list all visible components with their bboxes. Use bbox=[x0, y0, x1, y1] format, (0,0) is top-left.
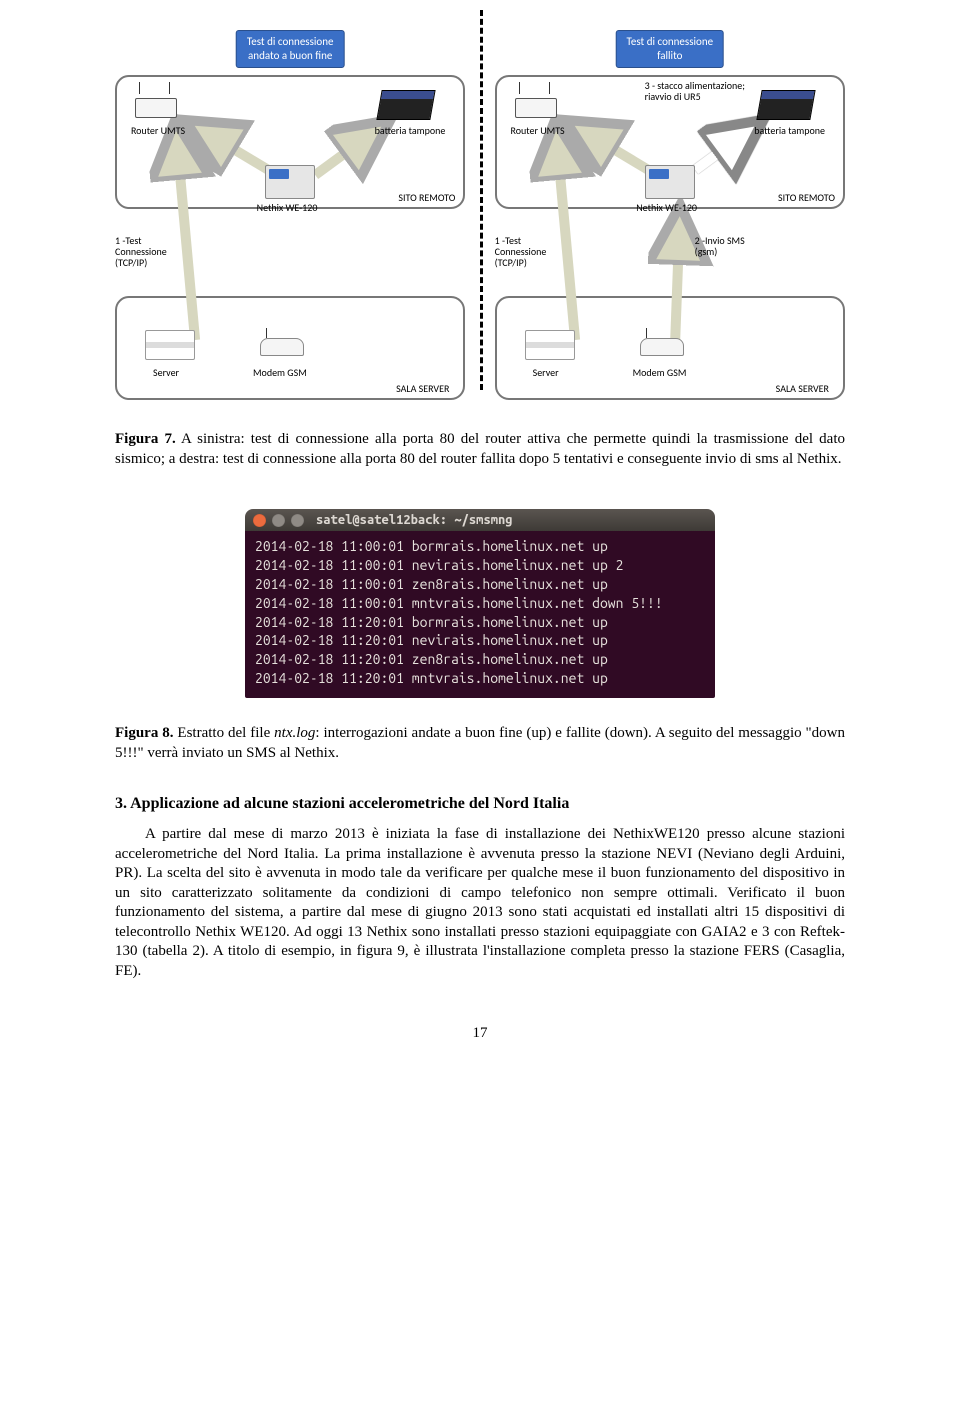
terminal-line: 2014-02-18 11:00:01 zen8rais.homelinux.n… bbox=[255, 576, 608, 592]
sito-remoto-label: SITO REMOTO bbox=[778, 192, 835, 203]
router-label: Router UMTS bbox=[123, 125, 193, 136]
terminal-window: satel@satel12back: ~/smsmng 2014-02-18 1… bbox=[245, 509, 715, 698]
terminal-line: 2014-02-18 11:20:01 bormrais.homelinux.n… bbox=[255, 614, 608, 630]
nethix-icon bbox=[265, 165, 315, 199]
figure-7-diagram: Test di connessione andato a buon fine bbox=[115, 40, 845, 400]
terminal-body: 2014-02-18 11:00:01 bormrais.homelinux.n… bbox=[245, 531, 715, 698]
diagram-right-panel: Test di connessione fallito bbox=[495, 40, 845, 400]
battery-label: batteria tampone bbox=[365, 125, 445, 136]
battery-icon bbox=[755, 84, 815, 120]
server-icon bbox=[525, 330, 575, 360]
terminal-line: 2014-02-18 11:00:01 nevirais.homelinux.n… bbox=[255, 557, 623, 573]
router-label: Router UMTS bbox=[503, 125, 573, 136]
section-heading: 3. Applicazione ad alcune stazioni accel… bbox=[115, 795, 845, 813]
caption8-pre: Estratto del file bbox=[174, 725, 275, 741]
sala-server-label: SALA SERVER bbox=[396, 383, 449, 394]
terminal-line: 2014-02-18 11:00:01 bormrais.homelinux.n… bbox=[255, 538, 608, 554]
modem-gsm-icon bbox=[260, 338, 304, 356]
figure-8-caption: Figura 8. Estratto del file ntx.log: int… bbox=[115, 724, 845, 763]
terminal-titlebar: satel@satel12back: ~/smsmng bbox=[245, 509, 715, 531]
left-title-badge: Test di connessione andato a buon fine bbox=[236, 30, 345, 68]
terminal-line: 2014-02-18 11:00:01 mntvrais.homelinux.n… bbox=[255, 595, 663, 611]
sito-remoto-label: SITO REMOTO bbox=[398, 192, 455, 203]
battery-icon bbox=[375, 84, 435, 120]
figure-7-caption: Figura 7. A sinistra: test di connession… bbox=[115, 430, 845, 469]
modem-label: Modem GSM bbox=[633, 367, 687, 378]
close-icon[interactable] bbox=[253, 514, 266, 527]
page-number: 17 bbox=[115, 1025, 845, 1042]
right-title-badge: Test di connessione fallito bbox=[616, 30, 725, 68]
test1-label: 1 -Test Connessione (TCP/IP) bbox=[115, 235, 185, 268]
server-label: Server bbox=[153, 367, 179, 378]
router-umts-icon bbox=[135, 90, 175, 118]
nethix-label: Nethix WE-120 bbox=[627, 202, 707, 213]
server-label: Server bbox=[533, 367, 559, 378]
modem-label: Modem GSM bbox=[253, 367, 307, 378]
nethix-label: Nethix WE-120 bbox=[247, 202, 327, 213]
modem-gsm-icon bbox=[640, 338, 684, 356]
terminal-title: satel@satel12back: ~/smsmng bbox=[316, 513, 513, 527]
nethix-icon bbox=[645, 165, 695, 199]
sala-server-label: SALA SERVER bbox=[776, 383, 829, 394]
battery-label: batteria tampone bbox=[745, 125, 825, 136]
caption8-label: Figura 8. bbox=[115, 725, 174, 741]
terminal-line: 2014-02-18 11:20:01 mntvrais.homelinux.n… bbox=[255, 670, 608, 686]
test1-label: 1 -Test Connessione (TCP/IP) bbox=[495, 235, 565, 268]
caption8-ital: ntx.log bbox=[274, 725, 315, 741]
maximize-icon[interactable] bbox=[291, 514, 304, 527]
server-icon bbox=[145, 330, 195, 360]
section-body: A partire dal mese di marzo 2013 è inizi… bbox=[115, 825, 845, 981]
diagram-left-panel: Test di connessione andato a buon fine bbox=[115, 40, 465, 400]
caption7-label: Figura 7. bbox=[115, 431, 176, 447]
caption7-text: A sinistra: test di connessione alla por… bbox=[115, 431, 845, 467]
minimize-icon[interactable] bbox=[272, 514, 285, 527]
sms-label: 2 -Invio SMS (gsm) bbox=[695, 235, 775, 257]
terminal-line: 2014-02-18 11:20:01 nevirais.homelinux.n… bbox=[255, 632, 608, 648]
terminal-line: 2014-02-18 11:20:01 zen8rais.homelinux.n… bbox=[255, 651, 608, 667]
router-umts-icon bbox=[515, 90, 555, 118]
